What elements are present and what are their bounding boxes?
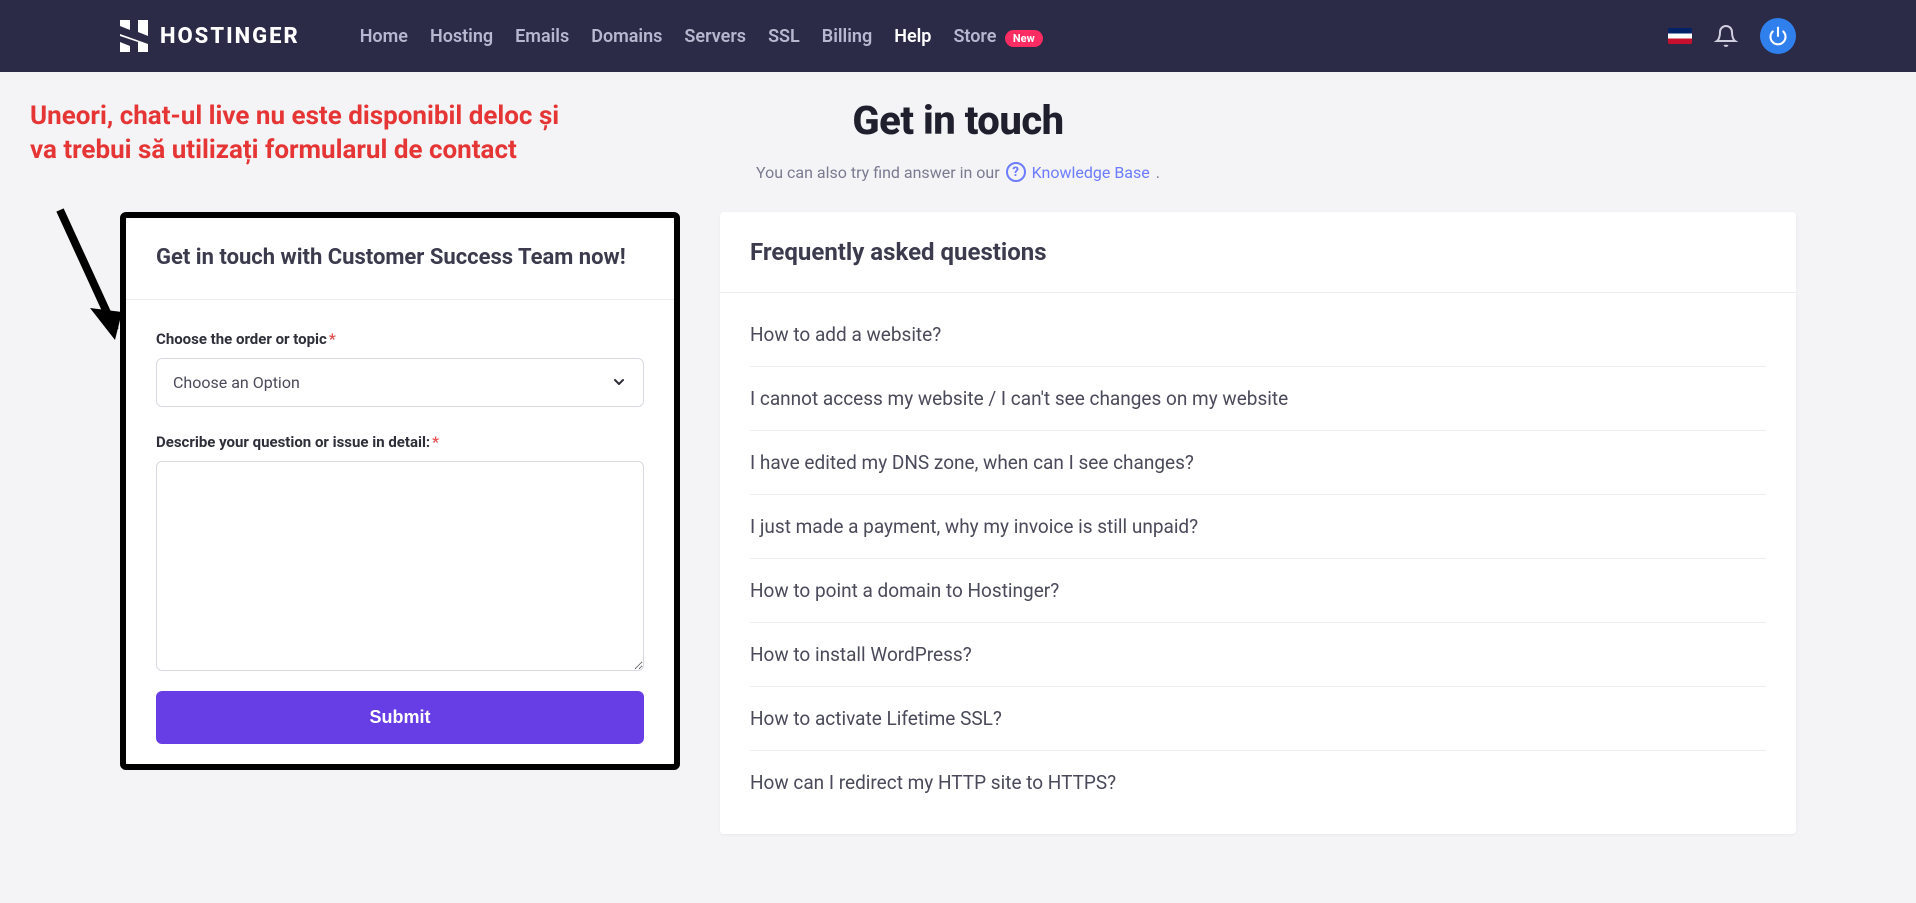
faq-header: Frequently asked questions [720,212,1796,293]
faq-item[interactable]: How to add a website? [750,303,1766,367]
faq-item[interactable]: How to point a domain to Hostinger? [750,559,1766,623]
subtitle-prefix: You can also try find answer in our [756,163,1000,182]
nav-link-domains[interactable]: Domains [591,26,662,47]
nav-link-hosting[interactable]: Hosting [430,26,493,47]
annotation-text: Uneori, chat-ul live nu este disponibil … [30,100,590,168]
faq-item[interactable]: How to activate Lifetime SSL? [750,687,1766,751]
topic-label-text: Choose the order or topic [156,330,327,348]
faq-item[interactable]: I have edited my DNS zone, when can I se… [750,431,1766,495]
subtitle-suffix: . [1156,163,1160,182]
describe-textarea[interactable] [156,461,644,671]
contact-form-card: Get in touch with Customer Success Team … [126,218,674,764]
topic-select-value: Choose an Option [173,373,300,392]
main-columns: Get in touch with Customer Success Team … [0,182,1916,834]
nav-link-home[interactable]: Home [360,26,408,47]
faq-card: Frequently asked questions How to add a … [720,212,1796,834]
nav-link-ssl[interactable]: SSL [768,26,800,47]
knowledge-base-link[interactable]: Knowledge Base [1032,163,1150,182]
faq-item[interactable]: I cannot access my website / I can't see… [750,367,1766,431]
describe-label: Describe your question or issue in detai… [156,433,644,451]
contact-form-highlight: Get in touch with Customer Success Team … [120,212,680,770]
new-badge: New [1005,30,1043,47]
power-button[interactable] [1760,18,1796,54]
describe-label-text: Describe your question or issue in detai… [156,433,430,451]
topic-label: Choose the order or topic* [156,330,644,348]
nav-link-store-label: Store [953,26,996,47]
top-nav: HOSTINGER Home Hosting Emails Domains Se… [0,0,1916,72]
nav-link-servers[interactable]: Servers [684,26,746,47]
faq-item[interactable]: I just made a payment, why my invoice is… [750,495,1766,559]
contact-form-header: Get in touch with Customer Success Team … [126,218,674,300]
power-icon [1768,26,1788,46]
topic-select[interactable]: Choose an Option [156,358,644,407]
hostinger-logo-icon [120,20,148,52]
required-asterisk: * [329,330,336,348]
submit-button[interactable]: Submit [156,691,644,744]
nav-link-store[interactable]: Store New [953,26,1042,47]
nav-link-billing[interactable]: Billing [822,26,872,47]
brand-logo[interactable]: HOSTINGER [120,20,300,52]
nav-links: Home Hosting Emails Domains Servers SSL … [360,26,1043,47]
faq-item[interactable]: How can I redirect my HTTP site to HTTPS… [750,751,1766,814]
annotation-arrow-icon [40,200,130,350]
contact-form-body: Choose the order or topic* Choose an Opt… [126,300,674,764]
required-asterisk: * [432,433,439,451]
brand-text: HOSTINGER [160,24,300,49]
faq-list: How to add a website? I cannot access my… [720,293,1796,834]
nav-link-help[interactable]: Help [894,26,931,47]
bell-icon[interactable] [1714,24,1738,48]
question-icon: ? [1006,162,1026,182]
nav-right [1668,18,1796,54]
nav-link-emails[interactable]: Emails [515,26,569,47]
faq-item[interactable]: How to install WordPress? [750,623,1766,687]
chevron-down-icon [611,374,627,390]
flag-icon[interactable] [1668,28,1692,44]
